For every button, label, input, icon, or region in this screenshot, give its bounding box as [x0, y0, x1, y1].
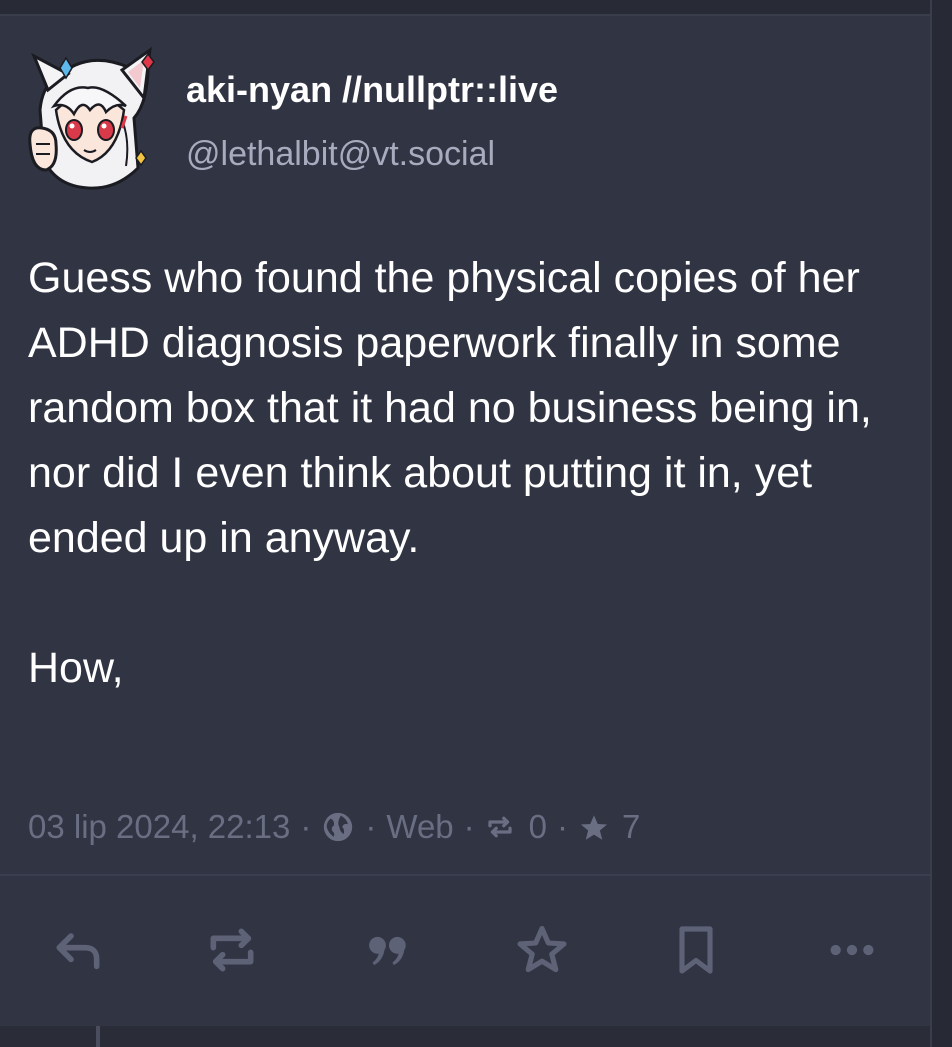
- more-options-button[interactable]: [822, 920, 882, 980]
- quote-button[interactable]: [358, 920, 418, 980]
- author-display-name[interactable]: aki-nyan //nullptr::live: [186, 68, 558, 112]
- post-action-bar: [0, 910, 930, 1000]
- previous-post-edge: [0, 0, 952, 16]
- quote-icon: [369, 936, 406, 966]
- favourite-button[interactable]: [512, 920, 572, 980]
- thread-line: [96, 1026, 100, 1047]
- meta-separator: ·: [557, 808, 569, 845]
- boost-icon: [210, 928, 254, 972]
- post-application: Web: [386, 808, 454, 845]
- divider: [0, 874, 930, 876]
- boost-button[interactable]: [202, 920, 262, 980]
- star-icon: [578, 812, 608, 842]
- author-handle[interactable]: @lethalbit@vt.social: [186, 134, 495, 174]
- bookmark-icon: [679, 926, 713, 974]
- app-frame: aki-nyan //nullptr::live @lethalbit@vt.s…: [0, 0, 952, 1047]
- avatar[interactable]: [26, 40, 156, 190]
- meta-separator: ·: [365, 808, 377, 845]
- bookmark-button[interactable]: [666, 920, 726, 980]
- scrollbar-track[interactable]: [930, 0, 952, 1047]
- more-icon: [830, 944, 874, 956]
- post-meta: 03 lip 2024, 22:13 · · Web · 0 · 7: [28, 804, 640, 850]
- reply-button[interactable]: [48, 920, 108, 980]
- post-timestamp[interactable]: 03 lip 2024, 22:13: [28, 808, 290, 846]
- post-paragraph: Guess who found the physical copies of h…: [28, 254, 872, 562]
- star-icon: [517, 925, 567, 973]
- favourite-count[interactable]: 7: [622, 808, 640, 846]
- post-paragraph: How,: [28, 644, 124, 692]
- meta-separator: ·: [463, 808, 475, 845]
- boost-icon: [485, 812, 515, 842]
- post-content: Guess who found the physical copies of h…: [28, 246, 918, 701]
- anime-catgirl-avatar-icon: [28, 46, 155, 190]
- boost-count[interactable]: 0: [529, 808, 547, 846]
- meta-separator: ·: [300, 808, 312, 845]
- reply-icon: [56, 933, 100, 970]
- globe-icon: [321, 810, 355, 844]
